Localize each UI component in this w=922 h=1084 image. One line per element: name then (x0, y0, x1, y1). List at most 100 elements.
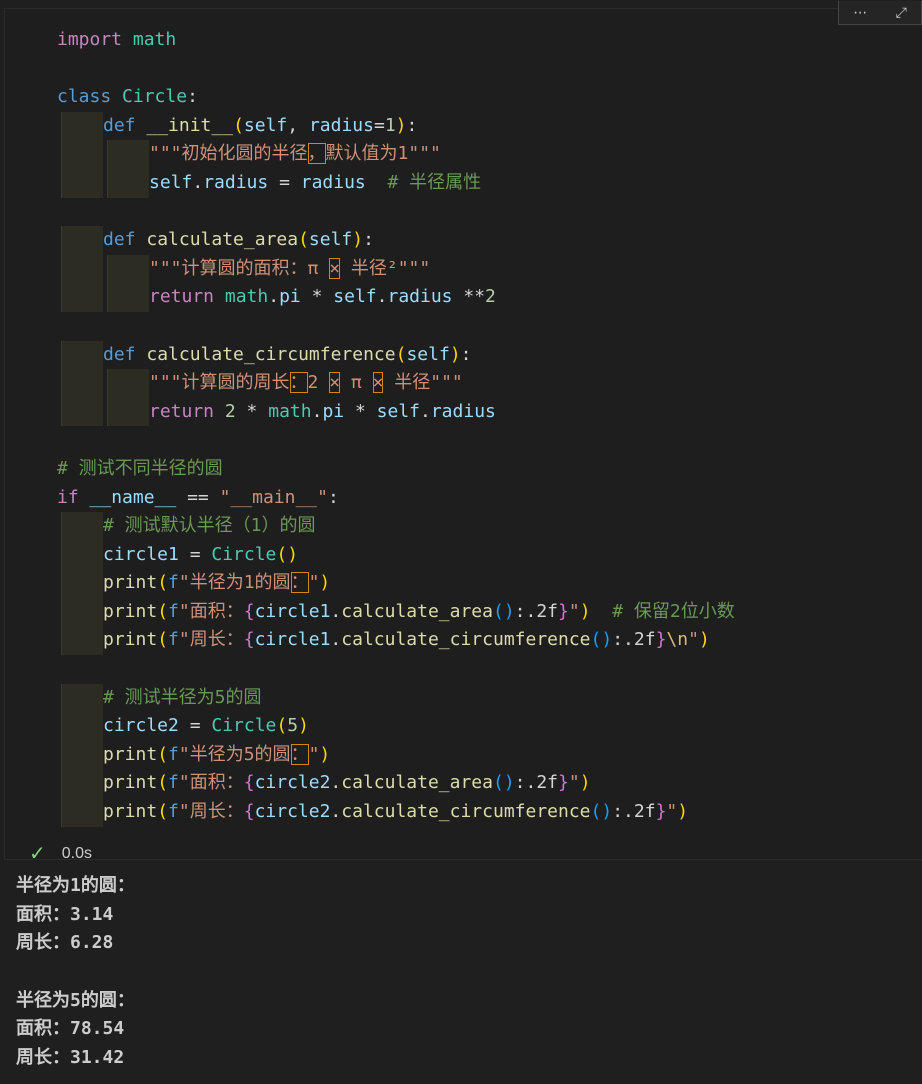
code-token: ** (452, 286, 486, 308)
code-line[interactable] (57, 426, 735, 455)
code-line[interactable] (57, 655, 735, 684)
expand-icon[interactable]: ⤢ (896, 5, 907, 21)
code-line[interactable]: print(f"半径为5的圆：") (57, 740, 735, 770)
code-token: calculate_area (341, 600, 493, 622)
code-token: f (168, 772, 179, 794)
code-token: . (268, 286, 280, 308)
code-line[interactable]: print(f"周长：{circle2.calculate_circumfere… (57, 798, 735, 827)
code-line[interactable]: print(f"面积：{circle2.calculate_area():.2f… (57, 769, 735, 799)
code-token: ( (157, 600, 169, 622)
code-token: f (168, 743, 179, 765)
code-token: } (558, 600, 569, 622)
code-token: """计算圆的周长 (149, 372, 290, 394)
code-line[interactable]: circle1 = Circle() (57, 540, 735, 570)
code-token: return (149, 286, 215, 308)
code-token: "面积： (178, 600, 244, 622)
code-token: print (103, 743, 158, 765)
code-token: "周长： (178, 629, 244, 651)
code-token: Circle (211, 715, 277, 737)
code-token: "周长： (178, 801, 244, 823)
code-token: "半径为1的圆 (178, 572, 291, 594)
code-line[interactable]: """计算圆的周长：2 × π × 半径""" (57, 369, 735, 398)
code-editor[interactable]: import math class Circle: def __init__(sel… (57, 26, 735, 827)
output-line: 周长：31.42 (16, 1047, 125, 1069)
code-token: def (103, 229, 136, 251)
code-line[interactable]: def calculate_area(self): (57, 226, 735, 255)
code-line[interactable]: self.radius = radius # 半径属性 (57, 168, 735, 198)
code-token: " (308, 743, 320, 765)
code-token: * (344, 400, 377, 422)
code-line[interactable]: print(f"周长：{circle1.calculate_circumfere… (57, 626, 735, 656)
code-token: . (330, 772, 342, 794)
output-line: 面积：3.14 (16, 903, 114, 925)
code-token: × (372, 372, 384, 394)
code-token: """初始化圆的半径 (149, 143, 308, 165)
code-token: × (329, 257, 341, 279)
code-line[interactable]: """初始化圆的半径，默认值为1""" (57, 140, 735, 169)
code-line[interactable]: def calculate_circumference(self): (57, 340, 735, 370)
code-line[interactable]: # 测试不同半径的圆 (57, 455, 735, 484)
code-token: " (688, 629, 699, 651)
code-token: :.2f (514, 600, 559, 622)
code-line[interactable] (57, 312, 735, 341)
code-line[interactable]: print(f"半径为1的圆：") (57, 569, 735, 598)
code-token: \n (666, 629, 689, 651)
code-token: ， (307, 143, 326, 165)
code-line[interactable] (57, 198, 735, 227)
code-token: . (330, 600, 342, 622)
code-line[interactable]: circle2 = Circle(5) (57, 712, 735, 741)
code-token: { (243, 801, 255, 823)
execution-status: ✓ 0.0s (29, 841, 92, 867)
code-token: math (224, 286, 269, 308)
code-token: self (308, 229, 353, 251)
code-token: × (329, 372, 341, 394)
code-line[interactable]: import math (57, 26, 735, 55)
code-token: self (333, 286, 377, 308)
code-line[interactable]: print(f"面积：{circle1.calculate_area():.2f… (57, 597, 735, 627)
code-token: def (103, 343, 136, 365)
code-token: math (132, 29, 177, 50)
code-token: radius (203, 171, 269, 193)
code-line[interactable]: return math.pi * self.radius **2 (57, 283, 735, 312)
code-line[interactable]: return 2 * math.pi * self.radius (57, 397, 735, 427)
notebook-code-cell[interactable]: ⋯ ⤢ import math class Circle: def __init__… (4, 1, 922, 864)
code-line[interactable]: # 测试默认半径（1）的圆 (57, 512, 735, 541)
code-token: () (276, 543, 299, 565)
code-token: print (103, 600, 158, 622)
code-token: ： (290, 743, 309, 765)
code-token: . (420, 400, 431, 422)
code-token: class (57, 86, 112, 108)
code-token: radius (430, 400, 496, 422)
code-line[interactable]: """计算圆的面积：π × 半径²""" (57, 254, 735, 284)
code-token: print (103, 801, 158, 823)
code-token: import (57, 29, 123, 50)
code-line[interactable]: if __name__ == "__main__": (57, 484, 735, 513)
code-line[interactable]: class Circle: (57, 83, 735, 112)
output-line: 面积：78.54 (16, 1018, 125, 1040)
code-token: pi (322, 400, 345, 422)
code-token: ( (157, 801, 169, 823)
code-line[interactable] (57, 55, 735, 84)
code-line[interactable]: def __init__(self, radius=1): (57, 111, 735, 141)
code-token: ) (319, 572, 331, 594)
code-token: ( (157, 743, 169, 765)
code-token: calculate_area (341, 772, 493, 794)
code-token: { (243, 600, 255, 622)
more-actions-icon[interactable]: ⋯ (853, 5, 867, 21)
code-token: . (330, 629, 342, 651)
code-token: radius (300, 171, 366, 193)
code-token: return (149, 400, 215, 422)
code-token: () (492, 600, 515, 622)
code-token: = (178, 715, 212, 737)
code-token: ) (352, 229, 364, 251)
code-line[interactable]: # 测试半径为5的圆 (57, 683, 735, 713)
code-token: "半径为5的圆 (178, 743, 291, 765)
code-token: calculate_circumference (341, 629, 591, 651)
code-token: ) (449, 343, 461, 365)
